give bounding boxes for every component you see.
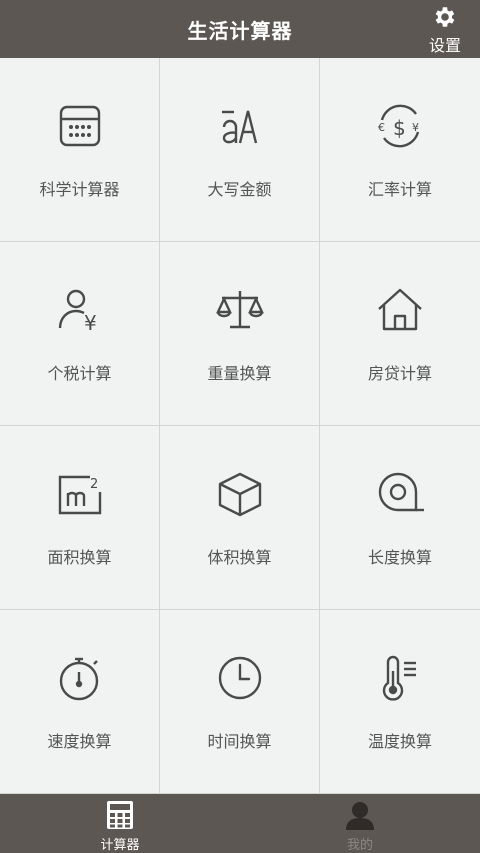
cube-icon [218,472,261,517]
tool-label: 房贷计算 [367,364,432,383]
calculator-icon [59,105,100,147]
tool-mortgage[interactable]: 房贷计算 [320,242,480,426]
tool-label: 面积换算 [47,548,112,567]
settings-label: 设置 [428,36,461,55]
tools-grid: 科学计算器 大写金额 € $ ¥ 汇率计算 ¥ 个税计算 重量换算 房贷计算 2… [0,58,480,794]
tool-label: 汇率计算 [367,180,432,199]
svg-text:¥: ¥ [84,311,97,335]
tool-speed-conversion[interactable]: 速度换算 [0,610,160,794]
tool-label: 大写金额 [207,180,272,199]
house-icon [378,288,422,331]
clock-icon [218,656,261,700]
tool-temperature-conversion[interactable]: 温度换算 [320,610,480,794]
text-case-icon [221,110,257,144]
calculator-tab-icon [107,801,133,829]
bottom-tab-bar: 计算器 我的 [0,794,480,853]
tool-time-conversion[interactable]: 时间换算 [160,610,320,794]
stopwatch-icon [59,657,98,701]
user-tab-icon [346,802,374,830]
tool-weight-conversion[interactable]: 重量换算 [160,242,320,426]
currency-exchange-icon: € $ ¥ [378,104,420,148]
svg-text:€: € [378,121,385,134]
tool-label: 重量换算 [207,364,272,383]
tab-label: 计算器 [100,838,140,853]
tool-label: 时间换算 [207,732,272,751]
tool-label: 科学计算器 [39,180,120,199]
svg-text:2: 2 [90,477,98,492]
tool-label: 个税计算 [47,364,112,383]
svg-text:¥: ¥ [412,121,419,134]
tool-exchange-rate[interactable]: € $ ¥ 汇率计算 [320,58,480,242]
tool-label: 长度换算 [367,548,432,567]
svg-text:$: $ [393,116,406,140]
settings-button[interactable]: 设置 [422,4,468,55]
tool-length-conversion[interactable]: 长度换算 [320,426,480,610]
tool-label: 温度换算 [367,732,432,751]
person-yen-icon: ¥ [58,289,97,335]
tool-label: 速度换算 [47,732,112,751]
tab-calculator[interactable]: 计算器 [0,794,240,853]
thermometer-icon [382,655,416,701]
square-meter-icon: 2 [58,475,101,515]
tab-label: 我的 [346,838,373,853]
tool-volume-conversion[interactable]: 体积换算 [160,426,320,610]
tool-area-conversion[interactable]: 2 面积换算 [0,426,160,610]
app-title: 生活计算器 [187,19,293,43]
tool-scientific-calculator[interactable]: 科学计算器 [0,58,160,242]
scale-icon [215,291,264,329]
tool-uppercase-amount[interactable]: 大写金额 [160,58,320,242]
tab-mine[interactable]: 我的 [240,794,480,853]
tool-income-tax[interactable]: ¥ 个税计算 [0,242,160,426]
tape-measure-icon [378,472,424,512]
tool-label: 体积换算 [207,548,272,567]
gear-icon [435,7,455,27]
app-header: 生活计算器 设置 [0,0,480,58]
